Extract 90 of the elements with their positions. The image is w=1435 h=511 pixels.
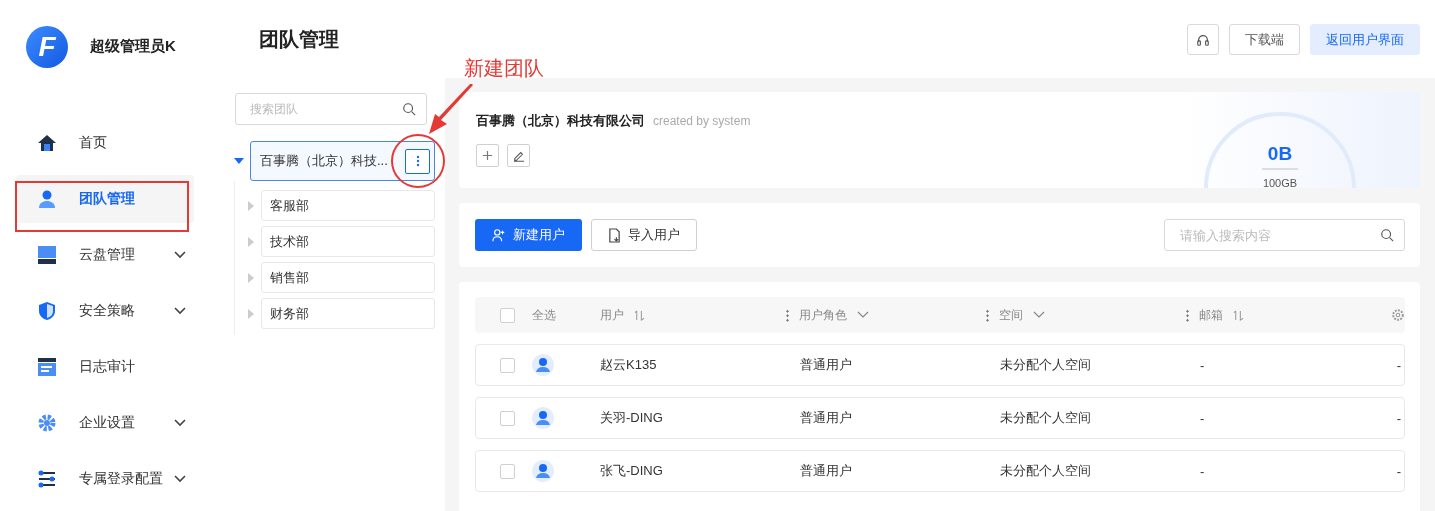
download-button[interactable]: 下载端	[1229, 24, 1300, 55]
avatar-icon	[532, 354, 554, 376]
annotation-circle	[391, 134, 445, 188]
sort-icon[interactable]	[1233, 309, 1244, 321]
plus-icon	[482, 150, 493, 161]
chevron-down-icon	[174, 251, 186, 259]
sliders-icon	[37, 469, 57, 489]
tree-node[interactable]: 百事腾（北京）科技...	[250, 141, 435, 181]
table-cell-text: 未分配个人空间	[999, 462, 1092, 480]
column-header[interactable]: 空间	[999, 306, 1023, 324]
search-field[interactable]: 搜索团队	[235, 93, 427, 125]
chevron-down-icon	[174, 307, 186, 315]
tree-node[interactable]: 财务部	[261, 298, 435, 329]
checkbox[interactable]	[500, 463, 515, 479]
checkbox[interactable]	[500, 357, 515, 373]
table-cell-text: -	[1199, 463, 1206, 479]
table-cell-text: 普通用户	[799, 409, 853, 427]
resize-handle[interactable]	[1186, 308, 1189, 322]
nav-item[interactable]: 首页	[16, 119, 194, 167]
more-icon	[415, 155, 420, 167]
annotation-label: 新建团队	[464, 56, 544, 81]
table-cell-text: 普通用户	[799, 356, 853, 374]
table-cell-text: -	[1396, 410, 1402, 426]
storage-used: 0B	[1261, 143, 1299, 170]
headset-icon	[1196, 32, 1210, 47]
table-cell-text: -	[1199, 410, 1206, 426]
nav-item[interactable]: 云盘管理	[16, 231, 194, 279]
tree-node[interactable]: 客服部	[261, 190, 435, 221]
resize-handle[interactable]	[786, 308, 789, 322]
add-button[interactable]	[476, 144, 499, 167]
document-icon	[37, 357, 57, 377]
back-button[interactable]: 返回用户界面	[1310, 24, 1420, 55]
nav-item[interactable]: 企业设置	[16, 399, 194, 447]
company-note: created by system	[653, 114, 751, 128]
nav-item[interactable]: 安全策略	[16, 287, 194, 335]
support-button[interactable]	[1187, 24, 1219, 55]
nav-item[interactable]: 日志审计	[16, 343, 194, 391]
table-row[interactable]: 关羽-DING 普通用户 未分配个人空间 - -	[475, 397, 1405, 439]
select-all-label: 全选	[532, 306, 557, 324]
annotation-arrow	[427, 84, 475, 136]
table-row[interactable]: 赵云K135 普通用户 未分配个人空间 - -	[475, 344, 1405, 386]
chevron-down-icon	[174, 475, 186, 483]
chevron-down-icon[interactable]	[857, 311, 869, 319]
table-cell-text: -	[1199, 357, 1206, 373]
tree-node[interactable]: 技术部	[261, 226, 435, 257]
pencil-icon	[512, 149, 525, 162]
chevron-down-icon	[174, 419, 186, 427]
sort-icon[interactable]	[634, 309, 645, 321]
storage-total: 100GB	[1262, 177, 1298, 188]
home-icon	[37, 133, 57, 153]
table-cell-text: 张飞-DING	[600, 462, 664, 480]
settings-icon[interactable]	[1391, 308, 1405, 322]
company-name: 百事腾（北京）科技有限公司	[476, 112, 645, 130]
tree-node[interactable]: 销售部	[261, 262, 435, 293]
disk-icon	[37, 245, 57, 265]
new-user-button[interactable]: 新建用户	[475, 219, 582, 251]
gear-icon	[37, 413, 57, 433]
search-icon	[1380, 228, 1394, 242]
column-header[interactable]: 邮箱	[1199, 306, 1223, 324]
avatar-icon	[532, 407, 554, 429]
column-header[interactable]: 用户角色	[799, 306, 847, 324]
logo: F	[26, 25, 68, 68]
table-cell-text: 普通用户	[799, 462, 853, 480]
more-button[interactable]	[405, 148, 430, 174]
add-user-icon	[492, 228, 506, 242]
shield-icon	[37, 301, 57, 321]
user-icon	[37, 189, 57, 209]
table-row[interactable]: 张飞-DING 普通用户 未分配个人空间 - -	[475, 450, 1405, 492]
table-cell-text: 关羽-DING	[600, 409, 664, 427]
edit-button[interactable]	[507, 144, 530, 167]
checkbox[interactable]	[500, 307, 515, 323]
avatar-icon	[532, 460, 554, 482]
column-header[interactable]: 用户	[600, 306, 624, 324]
chevron-down-icon[interactable]	[1033, 311, 1045, 319]
table-cell-text: 赵云K135	[600, 356, 658, 374]
user-name: 超级管理员K	[90, 37, 176, 56]
nav-item[interactable]: 专属登录配置	[16, 455, 194, 503]
search-icon	[402, 102, 416, 116]
search-field[interactable]: 请输入搜索内容	[1164, 219, 1405, 251]
checkbox[interactable]	[500, 410, 515, 426]
table-cell-text: 未分配个人空间	[999, 356, 1092, 374]
table-cell-text: -	[1396, 357, 1402, 373]
page-title: 团队管理	[259, 27, 340, 52]
table-cell-text: 未分配个人空间	[999, 409, 1092, 427]
table-cell-text: -	[1396, 463, 1402, 479]
resize-handle[interactable]	[986, 308, 989, 322]
file-icon	[608, 227, 621, 243]
nav-item[interactable]: 团队管理	[16, 175, 194, 223]
import-user-button[interactable]: 导入用户	[591, 219, 697, 251]
expand-icon[interactable]	[234, 158, 244, 164]
